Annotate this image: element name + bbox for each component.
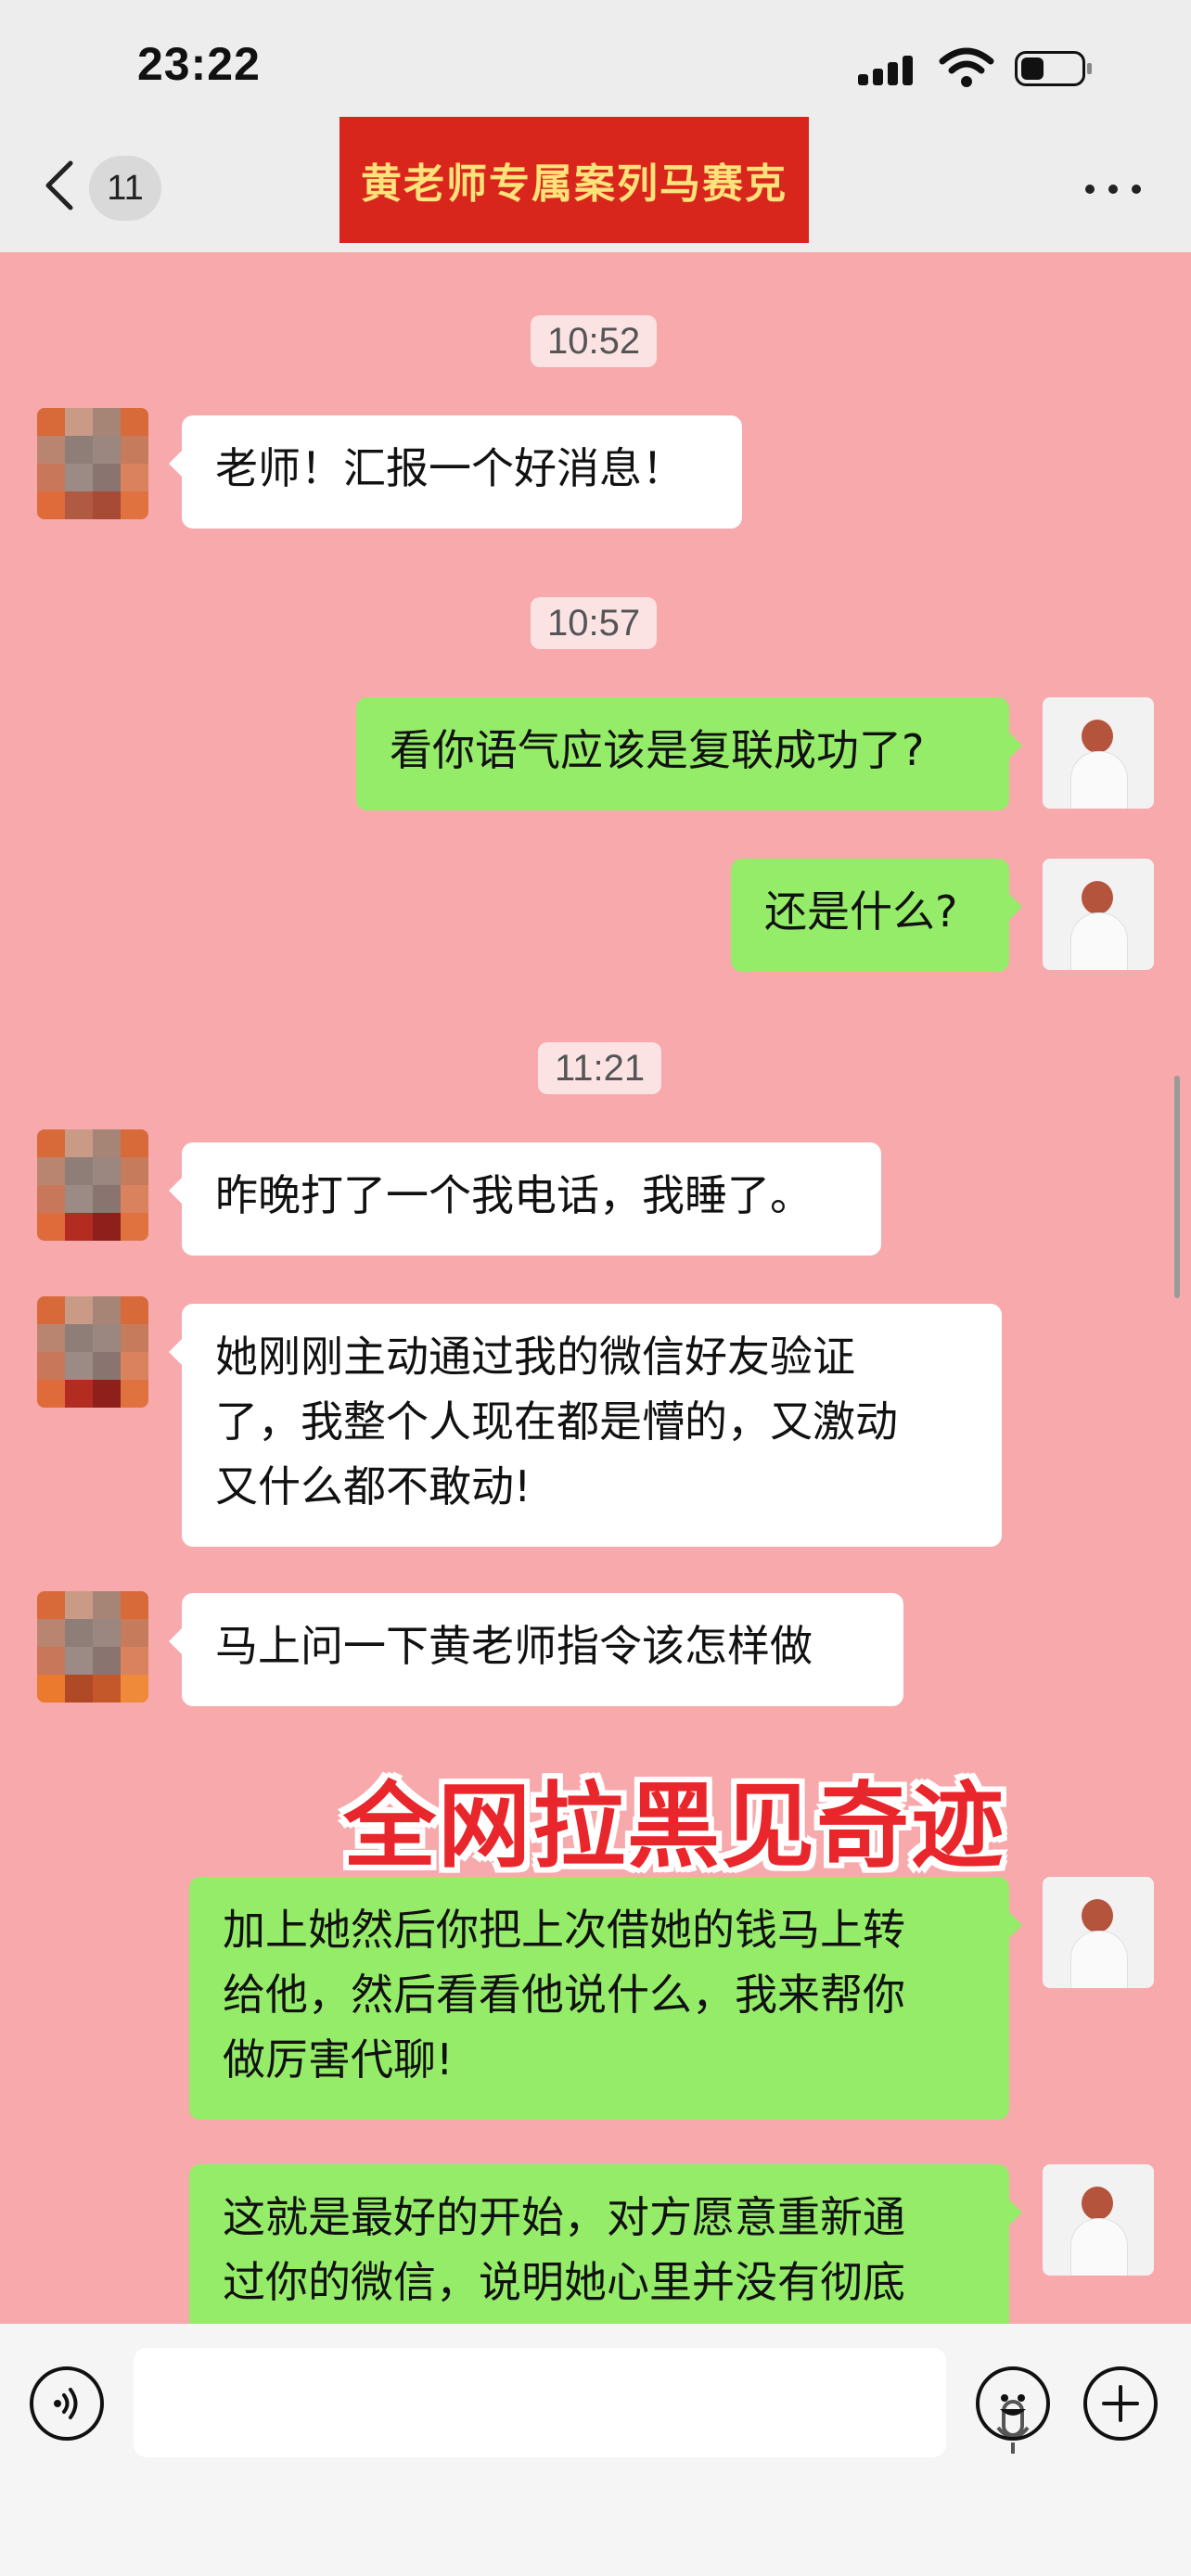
contact-avatar[interactable] bbox=[37, 1591, 148, 1702]
my-avatar[interactable] bbox=[1043, 1877, 1154, 1988]
message-line: 加上她然后你把上次借她的钱马上转 bbox=[223, 1905, 905, 1955]
chat-header: 11 黄老师专属案列马赛克 bbox=[0, 93, 1191, 252]
message-bubble-incoming[interactable]: 昨晚打了一个我电话，我睡了。 bbox=[169, 1142, 881, 1256]
scrollbar[interactable] bbox=[1174, 1076, 1180, 1298]
message-bubble-outgoing[interactable]: 还是什么? bbox=[731, 859, 1022, 972]
contact-avatar[interactable] bbox=[37, 408, 148, 519]
chat-title: 黄老师专属案列马赛克 bbox=[339, 117, 809, 243]
contact-avatar[interactable] bbox=[37, 1296, 148, 1408]
timestamp: 10:52 bbox=[531, 315, 658, 367]
message-bubble-incoming[interactable]: 她刚刚主动通过我的微信好友验证 了，我整个人现在都是懵的，又激动 又什么都不敢动… bbox=[169, 1304, 1002, 1547]
timestamp: 10:57 bbox=[531, 597, 658, 649]
timestamp: 11:21 bbox=[538, 1042, 662, 1094]
plus-icon[interactable] bbox=[1083, 2366, 1158, 2441]
message-line: 做厉害代聊! bbox=[223, 2034, 454, 2085]
my-avatar[interactable] bbox=[1043, 697, 1154, 809]
wifi-icon bbox=[939, 47, 994, 87]
message-input[interactable] bbox=[134, 2348, 1030, 2457]
contact-avatar[interactable] bbox=[37, 1129, 148, 1241]
message-bubble-incoming[interactable]: 老师！汇报一个好消息！ bbox=[169, 415, 742, 529]
status-time: 23:22 bbox=[137, 38, 261, 90]
message-line: 过你的微信，说明她心里并没有彻底 bbox=[223, 2257, 905, 2307]
unread-count-badge[interactable]: 11 bbox=[89, 156, 161, 221]
my-avatar[interactable] bbox=[1043, 2164, 1154, 2276]
input-bar bbox=[0, 2324, 1191, 2576]
message-bubble-incoming[interactable]: 马上问一下黄老师指令该怎样做 bbox=[169, 1593, 903, 1706]
overlay-caption: 全网拉黑见奇迹 bbox=[343, 1772, 1005, 1881]
my-avatar[interactable] bbox=[1043, 859, 1154, 970]
voice-icon[interactable] bbox=[30, 2366, 104, 2441]
message-bubble-outgoing[interactable]: 加上她然后你把上次借她的钱马上转 给他，然后看看他说什么，我来帮你 做厉害代聊! bbox=[189, 1877, 1022, 2120]
message-line: 她刚刚主动通过我的微信好友验证 bbox=[215, 1332, 855, 1382]
message-line: 这就是最好的开始，对方愿意重新通 bbox=[223, 2192, 905, 2242]
emoji-icon[interactable] bbox=[976, 2366, 1050, 2441]
message-line: 又什么都不敢动! bbox=[215, 1461, 531, 1511]
ellipsis-icon[interactable] bbox=[1085, 180, 1141, 198]
message-line: 给他，然后看看他说什么，我来帮你 bbox=[223, 1970, 905, 2020]
chat-title-text: 黄老师专属案列马赛克 bbox=[361, 160, 788, 208]
message-bubble-outgoing[interactable]: 看你语气应该是复联成功了? bbox=[356, 697, 1022, 810]
cellular-signal-icon bbox=[858, 54, 921, 85]
chevron-left-icon[interactable] bbox=[41, 158, 78, 213]
message-line: 了，我整个人现在都是懵的，又激动 bbox=[215, 1396, 898, 1447]
battery-icon bbox=[1015, 51, 1092, 86]
